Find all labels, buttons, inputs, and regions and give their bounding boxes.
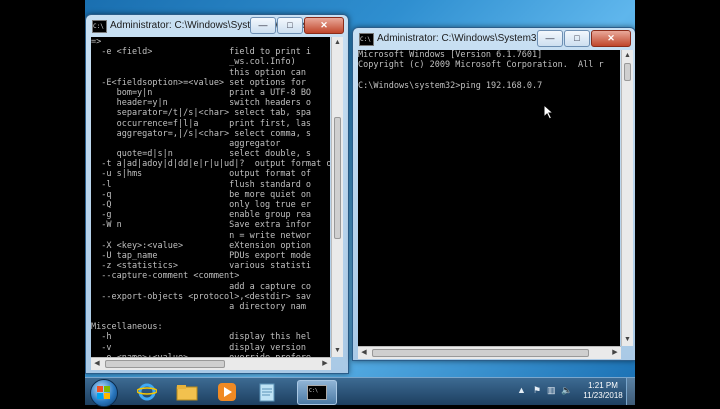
console-line: aggregator=,|/s|<char> select comma, s xyxy=(91,128,312,139)
desktop: C:\ Administrator: C:\Windows\System32\c… xyxy=(85,0,635,377)
clock[interactable]: 1:21 PM 11/23/2018 xyxy=(579,381,627,401)
scroll-right-arrow-icon[interactable]: ▶ xyxy=(319,358,331,370)
console-line: quote=d|s|n select double, s xyxy=(91,149,312,160)
console-line: -E<fieldsoption>=<value> set options for xyxy=(91,77,306,88)
system-tray: ▲ ⚑ ▥ 🔈 1:21 PM 11/23/2018 xyxy=(515,378,635,405)
console-line: -e <field> field to print i xyxy=(91,47,312,58)
console-line: occurrence=f|l|a print first, las xyxy=(91,118,312,129)
console-line: -q be more quiet on xyxy=(91,189,312,200)
scroll-thumb[interactable] xyxy=(624,63,631,81)
console-line: -z <statistics> various statisti xyxy=(91,261,312,272)
vertical-scrollbar-left[interactable]: ▲ ▼ xyxy=(331,37,343,357)
volume-muted-icon[interactable]: 🔈 xyxy=(561,385,572,396)
clock-date: 11/23/2018 xyxy=(583,391,623,400)
console-line: -t a|ad|adoy|d|dd|e|r|u|ud|? output form… xyxy=(91,159,330,170)
file-explorer-icon[interactable] xyxy=(171,380,203,403)
console-line: a directory nam xyxy=(91,301,306,312)
flag-icon[interactable]: ⚑ xyxy=(533,385,541,396)
console-line: -l flush standard o xyxy=(91,179,312,190)
svg-text:C:\: C:\ xyxy=(309,388,318,394)
scroll-left-arrow-icon[interactable]: ◀ xyxy=(358,347,370,359)
maximize-button[interactable]: □ xyxy=(277,17,303,34)
scroll-down-arrow-icon[interactable]: ▼ xyxy=(622,334,633,346)
console-line: --capture-comment <comment> xyxy=(91,271,240,282)
start-button[interactable] xyxy=(90,379,118,407)
horizontal-scrollbar-left[interactable]: ◀ ▶ xyxy=(91,357,331,370)
console-line: -U tap_name PDUs export mode xyxy=(91,250,312,261)
console-output-left[interactable]: => -e <field> field to print i _ws.col.I… xyxy=(91,37,330,357)
console-output-right[interactable]: Microsoft Windows [Version 6.1.7601] Copy… xyxy=(358,50,620,346)
console-line: => xyxy=(91,37,102,47)
taskbar: C:\ ▲ ⚑ ▥ 🔈 1:21 PM 11/23/2018 xyxy=(85,377,635,407)
console-line: _ws.col.Info) xyxy=(91,57,296,68)
cmd-window-left[interactable]: C:\ Administrator: C:\Windows\System32\c… xyxy=(85,14,349,374)
close-button[interactable]: ✕ xyxy=(591,30,631,47)
console-line: this option can xyxy=(91,67,306,78)
console-line: -v display version xyxy=(91,342,306,353)
scroll-thumb[interactable] xyxy=(334,117,341,239)
console-line: add a capture co xyxy=(91,281,312,292)
console-line: Miscellaneous: xyxy=(91,322,163,333)
minimize-button[interactable]: — xyxy=(537,30,563,47)
scroll-up-arrow-icon[interactable]: ▲ xyxy=(332,37,343,49)
console-line: -X <key>:<value> eXtension option xyxy=(91,240,312,251)
cmd-icon: C:\ xyxy=(359,33,374,46)
console-line: --export-objects <protocol>,<destdir> sa… xyxy=(91,291,312,302)
console-line: bom=y|n print a UTF-8 BO xyxy=(91,87,312,98)
scroll-down-arrow-icon[interactable]: ▼ xyxy=(332,345,343,357)
close-button[interactable]: ✕ xyxy=(304,17,344,34)
hscroll-thumb[interactable] xyxy=(105,360,225,368)
horizontal-scrollbar-right[interactable]: ◀ ▶ xyxy=(358,346,621,359)
maximize-button[interactable]: □ xyxy=(564,30,590,47)
console-line: separator=/t|/s|<char> select tab, spa xyxy=(91,108,312,119)
minimize-button[interactable]: — xyxy=(250,17,276,34)
console-line: n = write networ xyxy=(91,230,312,241)
show-desktop-button[interactable] xyxy=(626,378,635,405)
cmd-icon: C:\ xyxy=(92,20,107,33)
console-line: -u s|hms output format of xyxy=(91,169,312,180)
console-line: C:\Windows\system32>ping 192.168.0.7 xyxy=(358,80,543,91)
cmd-taskbar-button[interactable]: C:\ xyxy=(297,380,337,405)
hscroll-thumb[interactable] xyxy=(372,349,589,357)
mouse-cursor-icon xyxy=(543,104,555,120)
notepad-icon[interactable] xyxy=(251,380,283,403)
console-line: header=y|n switch headers o xyxy=(91,98,312,109)
console-line: aggregator xyxy=(91,138,281,149)
tray-arrow-icon[interactable]: ▲ xyxy=(517,385,526,395)
console-line: -W n Save extra infor xyxy=(91,220,312,231)
console-line: -g enable group rea xyxy=(91,210,312,221)
titlebar-left[interactable]: C:\ Administrator: C:\Windows\System32\c… xyxy=(86,15,348,37)
console-line: Copyright (c) 2009 Microsoft Corporation… xyxy=(358,60,604,71)
scroll-right-arrow-icon[interactable]: ▶ xyxy=(609,347,621,359)
media-player-icon[interactable] xyxy=(211,380,243,403)
windows-logo-icon xyxy=(97,386,110,399)
titlebar-right[interactable]: C:\ Administrator: C:\Windows\System32\c… xyxy=(353,28,635,50)
console-line: Microsoft Windows [Version 6.1.7601] xyxy=(358,50,543,60)
cmd-window-right[interactable]: C:\ Administrator: C:\Windows\System32\c… xyxy=(352,27,635,361)
console-line: -h display this hel xyxy=(91,332,312,343)
internet-explorer-icon[interactable] xyxy=(131,380,163,403)
vertical-scrollbar-right[interactable]: ▲ ▼ xyxy=(621,50,633,346)
clock-time: 1:21 PM xyxy=(588,381,618,390)
scroll-left-arrow-icon[interactable]: ◀ xyxy=(91,358,103,370)
console-line: -Q only log true er xyxy=(91,200,312,210)
scroll-up-arrow-icon[interactable]: ▲ xyxy=(622,50,633,62)
network-icon[interactable]: ▥ xyxy=(547,385,556,396)
